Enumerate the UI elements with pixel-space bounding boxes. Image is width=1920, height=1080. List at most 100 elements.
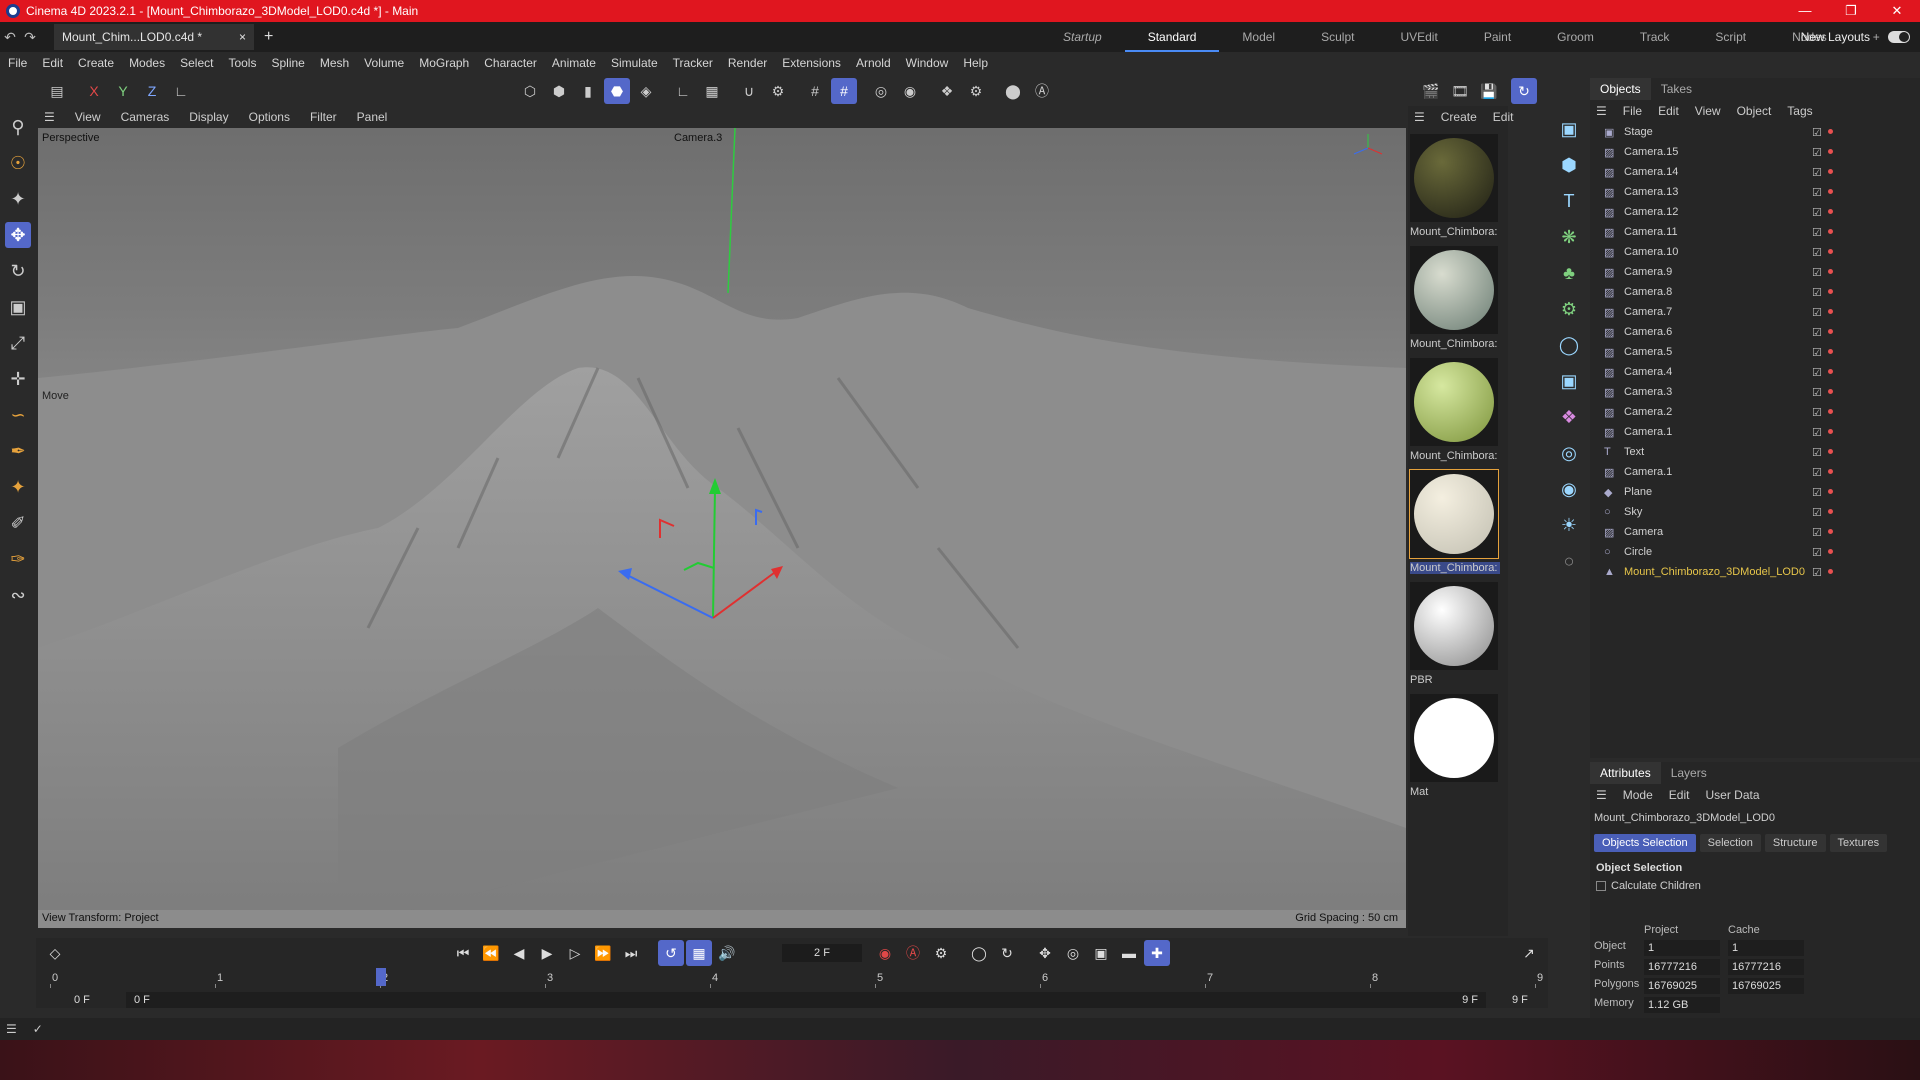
objects-menu-edit[interactable]: Edit: [1658, 104, 1679, 118]
maximize-button[interactable]: ❐: [1828, 0, 1874, 22]
object-row[interactable]: ▨ Camera ☑: [1590, 522, 1920, 542]
menu-create[interactable]: Create: [78, 56, 114, 70]
workplane-snap-icon[interactable]: #: [831, 78, 857, 104]
visibility-dot-icon[interactable]: [1827, 308, 1833, 314]
timeline-ruler[interactable]: 0123456789: [50, 972, 1550, 988]
text-object-icon[interactable]: T: [1556, 188, 1582, 214]
cube-object-icon[interactable]: ⬢: [1556, 152, 1582, 178]
menu-tools[interactable]: Tools: [228, 56, 256, 70]
menu-character[interactable]: Character: [484, 56, 537, 70]
model-mode-icon[interactable]: ⬣: [604, 78, 630, 104]
edit-flag-icon[interactable]: ☑: [1812, 566, 1822, 579]
render-view-icon[interactable]: 🎬: [1418, 78, 1444, 104]
objects-menu-view[interactable]: View: [1695, 104, 1721, 118]
menu-render[interactable]: Render: [728, 56, 767, 70]
symmetry-settings-icon[interactable]: ⚙: [963, 78, 989, 104]
material-menu-edit[interactable]: Edit: [1493, 110, 1514, 124]
status-hamburger-icon[interactable]: ☰: [6, 1022, 17, 1036]
object-row[interactable]: ▨ Camera.6 ☑: [1590, 322, 1920, 342]
menu-simulate[interactable]: Simulate: [611, 56, 658, 70]
sky-globe-icon[interactable]: ◎: [1556, 440, 1582, 466]
grid-snap-icon[interactable]: #: [802, 78, 828, 104]
object-row[interactable]: ○ Sky ☑: [1590, 502, 1920, 522]
layout-tab-groom[interactable]: Groom: [1534, 22, 1617, 52]
layout-tab-startup[interactable]: Startup: [1040, 22, 1125, 52]
objects-menu-object[interactable]: Object: [1737, 104, 1772, 118]
deformer-icon[interactable]: ⚙: [1556, 296, 1582, 322]
close-window-button[interactable]: ✕: [1874, 0, 1920, 22]
key-interpolation-icon[interactable]: ✚: [1144, 940, 1170, 966]
objects-menu-file[interactable]: File: [1623, 104, 1642, 118]
edit-flag-icon[interactable]: ☑: [1812, 486, 1822, 499]
edit-flag-icon[interactable]: ☑: [1812, 226, 1822, 239]
visibility-dot-icon[interactable]: [1827, 448, 1833, 454]
object-row[interactable]: ▨ Camera.5 ☑: [1590, 342, 1920, 362]
visibility-dot-icon[interactable]: [1827, 208, 1833, 214]
layout-tab-model[interactable]: Model: [1219, 22, 1298, 52]
lock-icon[interactable]: ⬤: [1000, 78, 1026, 104]
key-position-icon[interactable]: ◯: [966, 940, 992, 966]
transform-tool-icon[interactable]: ⤢: [5, 330, 31, 356]
camera-icon[interactable]: ◉: [1556, 476, 1582, 502]
new-document-button[interactable]: +: [264, 28, 273, 46]
edit-flag-icon[interactable]: ☑: [1812, 206, 1822, 219]
layout-tab-standard[interactable]: Standard: [1124, 22, 1220, 52]
auto-icon[interactable]: Ⓐ: [1029, 78, 1055, 104]
visibility-dot-icon[interactable]: [1827, 268, 1833, 274]
render-settings-icon[interactable]: ◉: [897, 78, 923, 104]
document-tab-close-icon[interactable]: ×: [239, 30, 246, 44]
render-region-icon[interactable]: ◎: [868, 78, 894, 104]
object-row[interactable]: ▨ Camera.11 ☑: [1590, 222, 1920, 242]
object-row[interactable]: ▨ Camera.7 ☑: [1590, 302, 1920, 322]
layout-tab-script[interactable]: Script: [1692, 22, 1769, 52]
menu-help[interactable]: Help: [963, 56, 988, 70]
visibility-dot-icon[interactable]: [1827, 168, 1833, 174]
object-row[interactable]: T Text ☑: [1590, 442, 1920, 462]
attribute-button-objects-selection[interactable]: Objects Selection: [1594, 834, 1696, 852]
current-frame-field[interactable]: 2 F: [782, 944, 862, 962]
axis-x-button[interactable]: X: [81, 78, 107, 104]
menu-mograph[interactable]: MoGraph: [419, 56, 469, 70]
visibility-dot-icon[interactable]: [1827, 488, 1833, 494]
object-row[interactable]: ▨ Camera.4 ☑: [1590, 362, 1920, 382]
object-row[interactable]: ◆ Plane ☑: [1590, 482, 1920, 502]
axis-z-button[interactable]: Z: [139, 78, 165, 104]
object-row[interactable]: ▲ Mount_Chimborazo_3DModel_LOD0 ☑: [1590, 562, 1920, 582]
menu-animate[interactable]: Animate: [552, 56, 596, 70]
attributes-menu-edit[interactable]: Edit: [1669, 788, 1690, 802]
object-row[interactable]: ▨ Camera.15 ☑: [1590, 142, 1920, 162]
object-row[interactable]: ▨ Camera.14 ☑: [1590, 162, 1920, 182]
visibility-dot-icon[interactable]: [1827, 288, 1833, 294]
object-row[interactable]: ▨ Camera.10 ☑: [1590, 242, 1920, 262]
object-row[interactable]: ▨ Camera.9 ☑: [1590, 262, 1920, 282]
edit-flag-icon[interactable]: ☑: [1812, 526, 1822, 539]
keyframe-diamond-icon[interactable]: ◇: [42, 940, 68, 966]
viewport-menu-filter[interactable]: Filter: [310, 110, 337, 124]
attributes-tab-attributes[interactable]: Attributes: [1590, 762, 1661, 784]
object-row[interactable]: ○ Circle ☑: [1590, 542, 1920, 562]
visibility-dot-icon[interactable]: [1827, 148, 1833, 154]
light-icon[interactable]: ☀: [1556, 512, 1582, 538]
object-row[interactable]: ▨ Camera.8 ☑: [1590, 282, 1920, 302]
object-row[interactable]: ▨ Camera.12 ☑: [1590, 202, 1920, 222]
generator-icon[interactable]: ❋: [1556, 224, 1582, 250]
edit-flag-icon[interactable]: ☑: [1812, 286, 1822, 299]
key-scale-icon[interactable]: ✥: [1032, 940, 1058, 966]
record-icon[interactable]: ◉: [872, 940, 898, 966]
object-row[interactable]: ▨ Camera.1 ☑: [1590, 422, 1920, 442]
viewport-menu-panel[interactable]: Panel: [357, 110, 388, 124]
axis-y-button[interactable]: Y: [110, 78, 136, 104]
objects-hamburger-icon[interactable]: ☰: [1596, 104, 1607, 118]
polygons-mode-icon[interactable]: ▮: [575, 78, 601, 104]
menu-tracker[interactable]: Tracker: [673, 56, 713, 70]
scale-tool-icon[interactable]: ▣: [5, 294, 31, 320]
menu-spline[interactable]: Spline: [271, 56, 304, 70]
menu-modes[interactable]: Modes: [129, 56, 165, 70]
attribute-button-structure[interactable]: Structure: [1764, 834, 1826, 852]
play-icon[interactable]: ▶: [534, 940, 560, 966]
material-hamburger-icon[interactable]: ☰: [1414, 110, 1425, 124]
visibility-dot-icon[interactable]: [1827, 128, 1833, 134]
redo-icon[interactable]: ↷: [20, 29, 40, 46]
menu-window[interactable]: Window: [906, 56, 949, 70]
edit-flag-icon[interactable]: ☑: [1812, 346, 1822, 359]
